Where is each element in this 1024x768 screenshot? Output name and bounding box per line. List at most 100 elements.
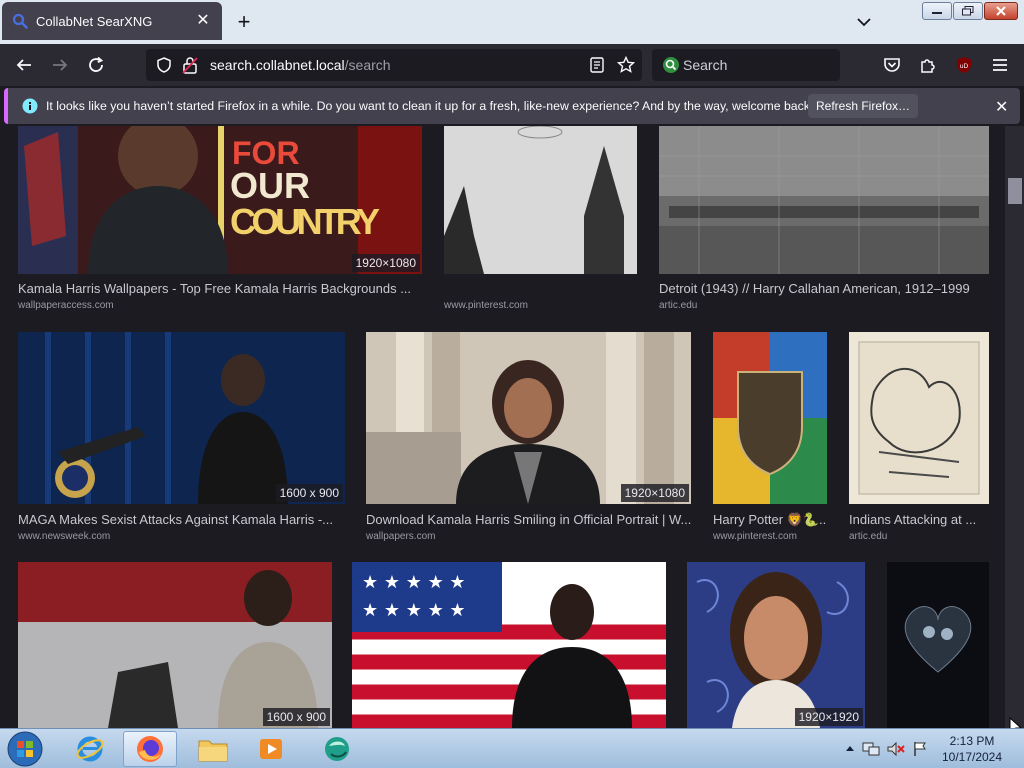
insecure-lock-icon[interactable] [182,56,198,74]
hamburger-menu-icon [993,59,1007,71]
refresh-firefox-notification: It looks like you haven’t started Firefo… [4,88,1020,124]
reload-button[interactable] [84,53,108,77]
search-bar[interactable]: Search [652,49,840,81]
show-hidden-icons-icon[interactable] [845,741,855,755]
reader-view-icon[interactable] [590,57,604,73]
result-thumbnail[interactable] [887,562,989,728]
result-thumbnail[interactable]: 1920×1080 [366,332,691,504]
result-url[interactable]: www.pinterest.com [444,300,528,311]
new-tab-button[interactable]: + [232,10,256,34]
puzzle-piece-icon [921,59,935,73]
internet-explorer-icon [76,736,104,762]
result-url[interactable]: wallpapers.com [366,531,435,542]
thumbnail-image [687,562,865,728]
result-thumbnail[interactable]: ★ ★ ★ ★ ★ ★ ★ ★ ★ ★ [352,562,666,728]
url-path: /search [344,57,391,73]
svg-text:uD: uD [960,63,969,70]
result-url[interactable]: wallpaperaccess.com [18,300,114,311]
flag-stars-row-2: ★ ★ ★ ★ ★ [362,600,466,621]
bookmark-star-icon[interactable] [617,56,635,74]
forward-button[interactable] [48,53,72,77]
taskbar-firefox[interactable] [123,731,177,767]
thumbnail-image [713,332,827,504]
navigation-toolbar: search.collabnet.local/search Search uD [0,44,1024,86]
result-thumbnail[interactable] [444,126,637,274]
result-thumbnail[interactable] [713,332,827,504]
tracking-shield-icon[interactable] [156,57,172,73]
url-text[interactable]: search.collabnet.local/search [210,57,391,73]
thumbnail-image [444,126,637,274]
result-url[interactable]: artic.edu [849,531,887,542]
volume-muted-icon[interactable] [887,741,905,757]
taskbar-internet-explorer[interactable] [63,731,117,767]
browser-tab-bar: CollabNet SearXNG ✕ + [0,0,1024,44]
flag-stars-row-1: ★ ★ ★ ★ ★ [362,572,466,593]
result-title[interactable]: MAGA Makes Sexist Attacks Against Kamala… [18,512,345,527]
app-menu-button[interactable] [988,53,1012,77]
thumbnail-image [18,562,332,728]
window-controls [922,2,1018,20]
result-title[interactable]: Kamala Harris Wallpapers - Top Free Kama… [18,281,422,296]
result-thumbnail[interactable] [849,332,989,504]
thumbnail-image [849,332,989,504]
reload-icon [89,56,104,72]
windows-taskbar: 2:13 PM 10/17/2024 [0,728,1024,768]
search-engine-icon [663,57,679,73]
url-host: search.collabnet.local [210,57,345,73]
extensions-button[interactable] [916,53,940,77]
start-button[interactable] [5,730,45,768]
refresh-firefox-button[interactable]: Refresh Firefox… [808,94,918,118]
thumbnail-image [659,126,989,274]
result-thumbnail[interactable]: 1920×1920 [687,562,865,728]
image-size-label: 1600 x 900 [275,484,343,502]
result-thumbnail[interactable]: 1600 x 900 [18,562,332,728]
forward-arrow-icon [53,59,68,71]
tab-close-icon[interactable]: ✕ [194,12,212,30]
notification-close-icon[interactable]: ✕ [995,97,1008,117]
back-button[interactable] [12,53,36,77]
ublock-origin-icon: uD [957,57,971,73]
result-title[interactable]: Indians Attacking at ... [849,512,989,527]
page-scrollbar[interactable] [1005,126,1024,728]
thumbnail-image: ★ ★ ★ ★ ★ ★ ★ ★ ★ ★ [352,562,666,728]
result-url[interactable]: artic.edu [659,300,697,311]
ublock-origin-button[interactable]: uD [952,53,976,77]
image-results-grid: FOR OUR COUNTRY 1920×1080 Kamala Harris … [0,126,1005,728]
pocket-button[interactable] [880,53,904,77]
result-title[interactable]: Harry Potter 🦁🐍... [713,512,827,528]
taskbar-media-player[interactable] [244,731,298,767]
thumbnail-image [366,332,691,504]
taskbar-clock[interactable]: 2:13 PM 10/17/2024 [935,733,1009,765]
media-player-icon [260,739,282,759]
action-center-flag-icon[interactable] [912,741,928,757]
restore-icon [962,6,974,16]
result-title[interactable]: Detroit (1943) // Harry Callahan America… [659,281,989,296]
close-window-button[interactable] [984,2,1018,20]
notification-message: It looks like you haven’t started Firefo… [46,99,814,113]
taskbar-app-globe[interactable] [310,731,364,767]
close-icon [996,6,1006,16]
result-thumbnail[interactable]: FOR OUR COUNTRY 1920×1080 [18,126,422,274]
browser-tab[interactable]: CollabNet SearXNG ✕ [2,2,222,40]
tab-title: CollabNet SearXNG [36,13,153,29]
taskbar-file-explorer[interactable] [186,731,240,767]
address-bar[interactable]: search.collabnet.local/search [146,49,642,81]
result-thumbnail[interactable]: 1600 x 900 [18,332,345,504]
scrollbar-thumb[interactable] [1008,178,1022,204]
minimize-icon [932,12,942,14]
firefox-icon [137,736,163,762]
result-title[interactable]: Download Kamala Harris Smiling in Offici… [366,512,696,527]
poster-word-our: OUR [230,165,310,206]
folder-icon [198,740,228,762]
result-url[interactable]: www.newsweek.com [18,531,110,542]
thumbnail-image [18,332,345,504]
minimize-button[interactable] [922,2,952,20]
windows-start-orb-icon [7,731,43,767]
system-tray [845,741,928,757]
image-size-label: 1920×1920 [794,708,863,726]
list-all-tabs-icon[interactable] [852,12,876,32]
network-icon[interactable] [862,741,880,757]
result-thumbnail[interactable] [659,126,989,274]
restore-button[interactable] [953,2,983,20]
result-url[interactable]: www.pinterest.com [713,531,797,542]
